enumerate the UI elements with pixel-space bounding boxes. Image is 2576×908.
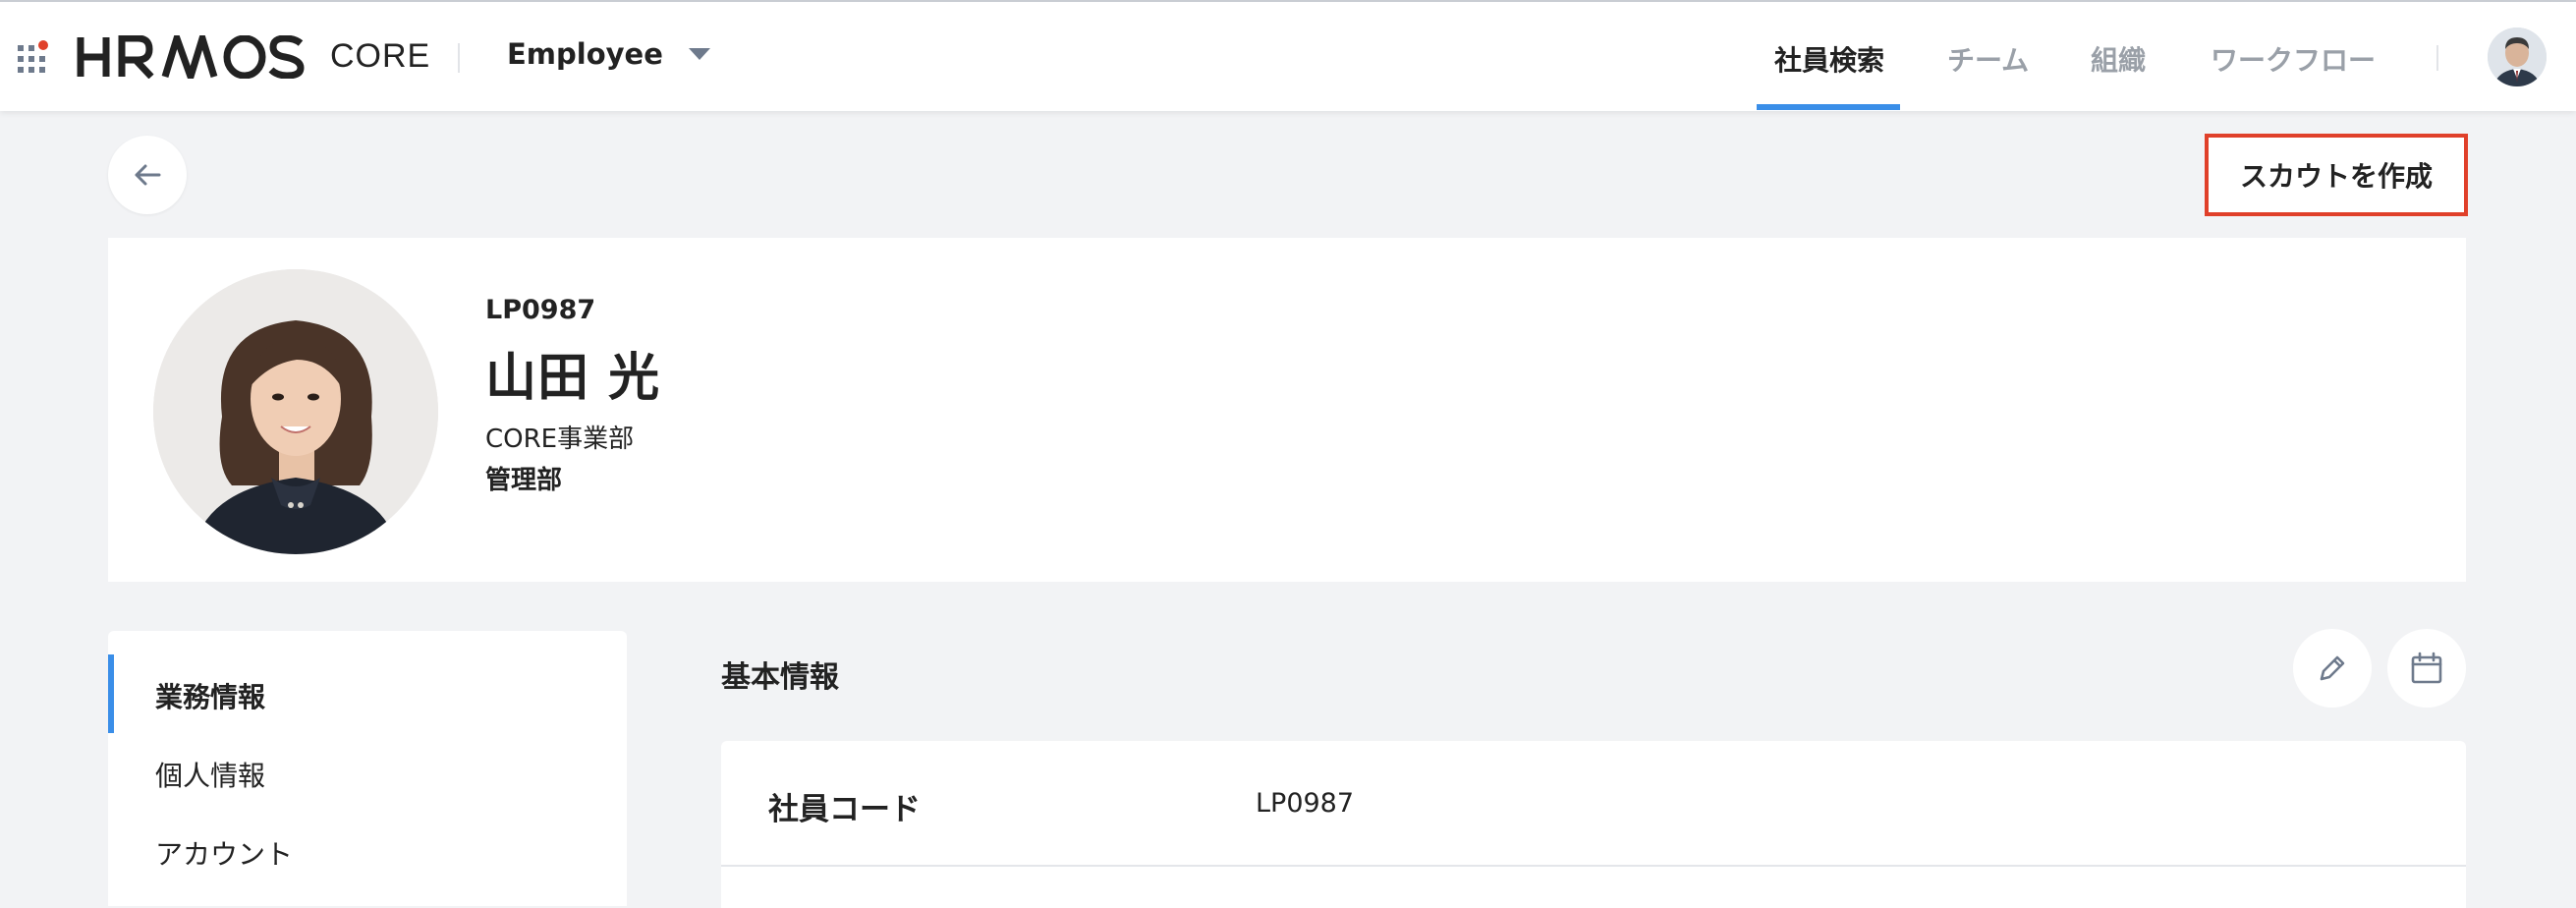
arrow-left-icon bbox=[135, 164, 161, 186]
product-name: CORE bbox=[330, 37, 431, 75]
top-header: CORE Employee 社員検索 チーム 組織 ワークフロー bbox=[0, 0, 2576, 111]
active-menu-indicator bbox=[108, 654, 114, 733]
tab-employee-search[interactable]: 社員検索 bbox=[1774, 39, 1884, 79]
context-label: Employee bbox=[507, 37, 663, 71]
info-label: 社員コード bbox=[768, 792, 921, 827]
calendar-icon bbox=[2411, 652, 2442, 684]
header-divider bbox=[2436, 45, 2438, 71]
history-button[interactable] bbox=[2387, 629, 2466, 708]
info-row: 社員コード LP0987 bbox=[721, 741, 2466, 867]
header-divider bbox=[458, 43, 460, 73]
chevron-down-icon bbox=[688, 48, 710, 60]
edit-button[interactable] bbox=[2293, 629, 2372, 708]
employee-division: CORE事業部 bbox=[485, 425, 635, 454]
tab-team[interactable]: チーム bbox=[1947, 39, 2029, 79]
info-value: LP0987 bbox=[1256, 788, 1355, 819]
tab-workflow[interactable]: ワークフロー bbox=[2211, 39, 2376, 79]
tab-organization[interactable]: 組織 bbox=[2091, 39, 2146, 79]
back-button[interactable] bbox=[108, 136, 187, 214]
hrmos-logo-wordmark bbox=[77, 35, 305, 79]
basic-info-card: 社員コード LP0987 bbox=[721, 741, 2466, 908]
employee-code: LP0987 bbox=[485, 295, 596, 325]
pencil-icon bbox=[2320, 655, 2345, 681]
menu-item-personal-info[interactable]: 個人情報 bbox=[155, 755, 265, 794]
hrmos-logo[interactable] bbox=[77, 28, 307, 86]
create-scout-button[interactable]: スカウトを作成 bbox=[2205, 134, 2468, 216]
side-menu: 業務情報 個人情報 アカウント bbox=[108, 631, 627, 906]
employee-name: 山田 光 bbox=[485, 349, 661, 408]
context-selector[interactable]: Employee bbox=[507, 37, 710, 71]
menu-item-business-info[interactable]: 業務情報 bbox=[155, 676, 265, 715]
user-avatar[interactable] bbox=[2488, 28, 2547, 86]
menu-item-account[interactable]: アカウント bbox=[155, 833, 293, 873]
section-title: 基本情報 bbox=[721, 660, 839, 695]
employee-department: 管理部 bbox=[485, 466, 563, 495]
profile-card: LP0987 山田 光 CORE事業部 管理部 bbox=[108, 238, 2466, 582]
apps-grid-icon[interactable] bbox=[16, 39, 55, 79]
active-tab-indicator bbox=[1757, 104, 1900, 110]
employee-photo bbox=[153, 269, 438, 554]
